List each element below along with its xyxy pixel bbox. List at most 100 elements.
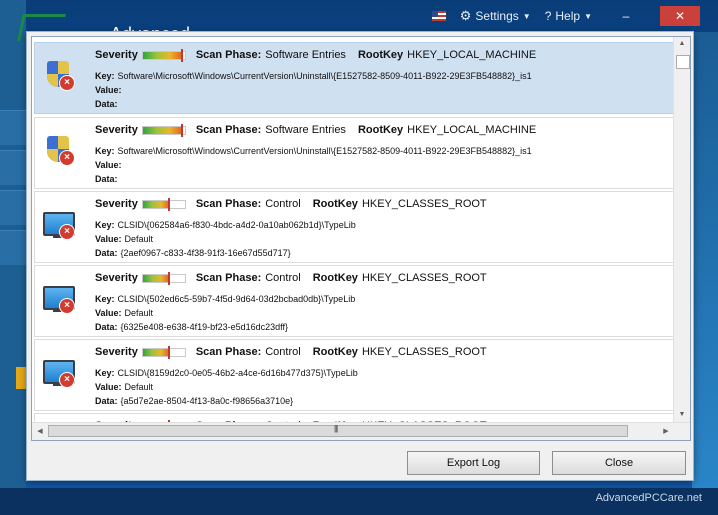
key-value: CLSID\{8159d2c0-0e05-46b2-a4ce-6d16b477d… — [117, 368, 358, 378]
value-label: Value: — [95, 308, 122, 318]
severity-label: Severity — [95, 272, 138, 284]
data-value: {a5d7e2ae-8504-4f13-8a0c-f98656a3710e} — [120, 396, 294, 406]
minimize-button[interactable]: – — [606, 6, 646, 26]
help-menu[interactable]: ? Help ▼ — [545, 9, 592, 23]
value-line: Value: — [95, 160, 125, 170]
scan-phase-value: Software Entries — [265, 49, 346, 61]
data-line: Data: — [95, 174, 121, 184]
key-line: Key: Software\Microsoft\Windows\CurrentVe… — [95, 71, 532, 81]
data-line: Data: {2aef0967-c833-4f38-91f3-16e67d55d7… — [95, 248, 291, 258]
scroll-right-icon[interactable]: ▶ — [658, 423, 674, 440]
data-label: Data: — [95, 174, 118, 184]
background-sidebar — [0, 0, 26, 515]
scan-result-row[interactable]: ×SeverityScan Phase:ControlRootKeyHKEY_C… — [34, 191, 673, 263]
help-label: Help — [555, 9, 581, 23]
scan-phase-label: Scan Phase: — [195, 49, 262, 61]
shield-icon: × — [43, 61, 75, 93]
value-value: Default — [124, 382, 154, 392]
gear-icon: ⚙ — [459, 8, 472, 23]
root-key-label: RootKey — [312, 198, 358, 210]
severity-meter — [141, 48, 186, 62]
severity-label: Severity — [95, 198, 138, 210]
data-line: Data: — [95, 99, 121, 109]
scan-results-list[interactable]: × Severity Scan Phase: Software Entries Root… — [31, 36, 691, 441]
value-line: Value: — [95, 85, 125, 95]
key-label: Key: — [95, 146, 115, 156]
row-header: Severity Scan Phase:Control RootKeyHKEY_CL… — [95, 197, 499, 211]
horizontal-scrollbar[interactable]: ◀ ||| ▶ — [32, 422, 690, 440]
chevron-down-icon: ▼ — [584, 11, 592, 21]
root-key-label: RootKey — [312, 272, 358, 284]
key-label: Key: — [95, 71, 115, 81]
root-key-value: HKEY_CLASSES_ROOT — [361, 272, 487, 284]
chevron-down-icon: ▼ — [522, 11, 531, 21]
scroll-up-icon[interactable]: ▲ — [674, 37, 690, 51]
shield-icon: × — [43, 136, 75, 168]
scan-result-row[interactable]: × Severity Scan Phase:Control RootKeyHKEY_C… — [34, 339, 673, 411]
data-value: {2aef0967-c833-4f38-91f3-16e67d55d717} — [120, 248, 291, 258]
close-window-button[interactable]: ✕ — [660, 6, 700, 26]
monitor-icon: × — [43, 210, 75, 242]
scan-result-row[interactable]: × Severity Scan Phase: Software Entries Root… — [34, 117, 673, 189]
key-label: Key: — [95, 220, 115, 230]
scan-phase-value: Control — [265, 198, 301, 210]
monitor-icon: × — [43, 284, 75, 316]
error-badge-icon: × — [59, 372, 75, 388]
language-flag-icon[interactable] — [431, 11, 446, 21]
severity-label: Severity — [95, 49, 138, 61]
close-button[interactable]: Close — [552, 451, 686, 475]
value-line: Value: Default — [95, 382, 153, 392]
settings-menu[interactable]: ⚙ Settings ▼ — [460, 8, 531, 24]
severity-label: Severity — [95, 346, 138, 358]
data-label: Data: — [95, 99, 118, 109]
error-badge-icon: × — [59, 224, 75, 240]
grip-icon: ||| — [334, 424, 338, 433]
value-label: Value: — [95, 234, 122, 244]
row-header: Severity Scan Phase:Control RootKeyHKEY_CL… — [95, 345, 499, 359]
key-line: Key: CLSID\{8159d2c0-0e05-46b2-a4ce-6d16b… — [95, 368, 358, 378]
root-key-label: RootKey — [312, 346, 358, 358]
key-value: CLSID\{062584a6-f830-4bdc-a4d2-0a10ab062… — [117, 220, 356, 230]
root-key-label: RootKey — [357, 49, 404, 61]
vertical-scroll-thumb[interactable] — [676, 55, 690, 69]
scan-result-row[interactable]: ×SeverityScan Phase:ControlRootKeyHKEY_C… — [34, 265, 673, 337]
scroll-down-icon[interactable]: ▼ — [674, 408, 690, 422]
key-label: Key: — [95, 294, 115, 304]
key-line: Key: CLSID\{502ed6c5-59b7-4f5d-9d64-03d2b… — [95, 294, 355, 304]
scroll-left-icon[interactable]: ◀ — [32, 423, 48, 440]
scan-result-row[interactable]: × Severity Scan Phase: Software Entries Root… — [34, 42, 673, 114]
root-key-value: HKEY_CLASSES_ROOT — [361, 198, 487, 210]
root-key-value: HKEY_LOCAL_MACHINE — [407, 124, 537, 136]
root-key-value: HKEY_LOCAL_MACHINE — [407, 49, 537, 61]
value-value: Default — [124, 308, 154, 318]
scan-details-dialog: × Severity Scan Phase: Software Entries Root… — [27, 32, 693, 480]
value-label: Value: — [95, 85, 122, 95]
vertical-scrollbar[interactable]: ▲ ▼ — [673, 37, 690, 422]
error-badge-icon: × — [59, 150, 75, 166]
scan-phase-value: Control — [265, 272, 301, 284]
value-line: Value: Default — [95, 308, 153, 318]
settings-label: Settings — [475, 9, 519, 23]
key-value: Software\Microsoft\Windows\CurrentVersio… — [117, 146, 532, 156]
scrollbar-corner — [674, 423, 690, 440]
root-key-value: HKEY_CLASSES_ROOT — [361, 346, 487, 358]
export-log-button[interactable]: Export Log — [407, 451, 540, 475]
scan-phase-label: Scan Phase: — [195, 124, 262, 136]
severity-meter — [141, 345, 186, 359]
row-header: Severity Scan Phase:Control RootKeyHKEY_CL… — [95, 271, 499, 285]
background-panel — [692, 32, 718, 492]
data-line: Data: {6325e408-e638-4f19-bf23-e5d16dc23d… — [95, 322, 288, 332]
scan-phase-label: Scan Phase: — [195, 346, 262, 358]
value-label: Value: — [95, 382, 122, 392]
horizontal-scroll-thumb[interactable]: ||| — [48, 424, 628, 437]
scan-phase-value: Control — [265, 346, 301, 358]
scan-result-row[interactable]: ×SeverityScan Phase:ControlRootKeyHKEY_C… — [34, 413, 673, 422]
data-line: Data: {a5d7e2ae-8504-4f13-8a0c-f98656a371… — [95, 396, 293, 406]
error-badge-icon: × — [59, 75, 75, 91]
key-line: Key: Software\Microsoft\Windows\CurrentVe… — [95, 146, 532, 156]
help-icon: ? — [544, 9, 552, 23]
monitor-icon: × — [43, 358, 75, 390]
severity-meter — [141, 271, 186, 285]
top-menu-bar: ⚙ Settings ▼ ? Help ▼ – ✕ — [431, 0, 718, 32]
value-label: Value: — [95, 160, 122, 170]
